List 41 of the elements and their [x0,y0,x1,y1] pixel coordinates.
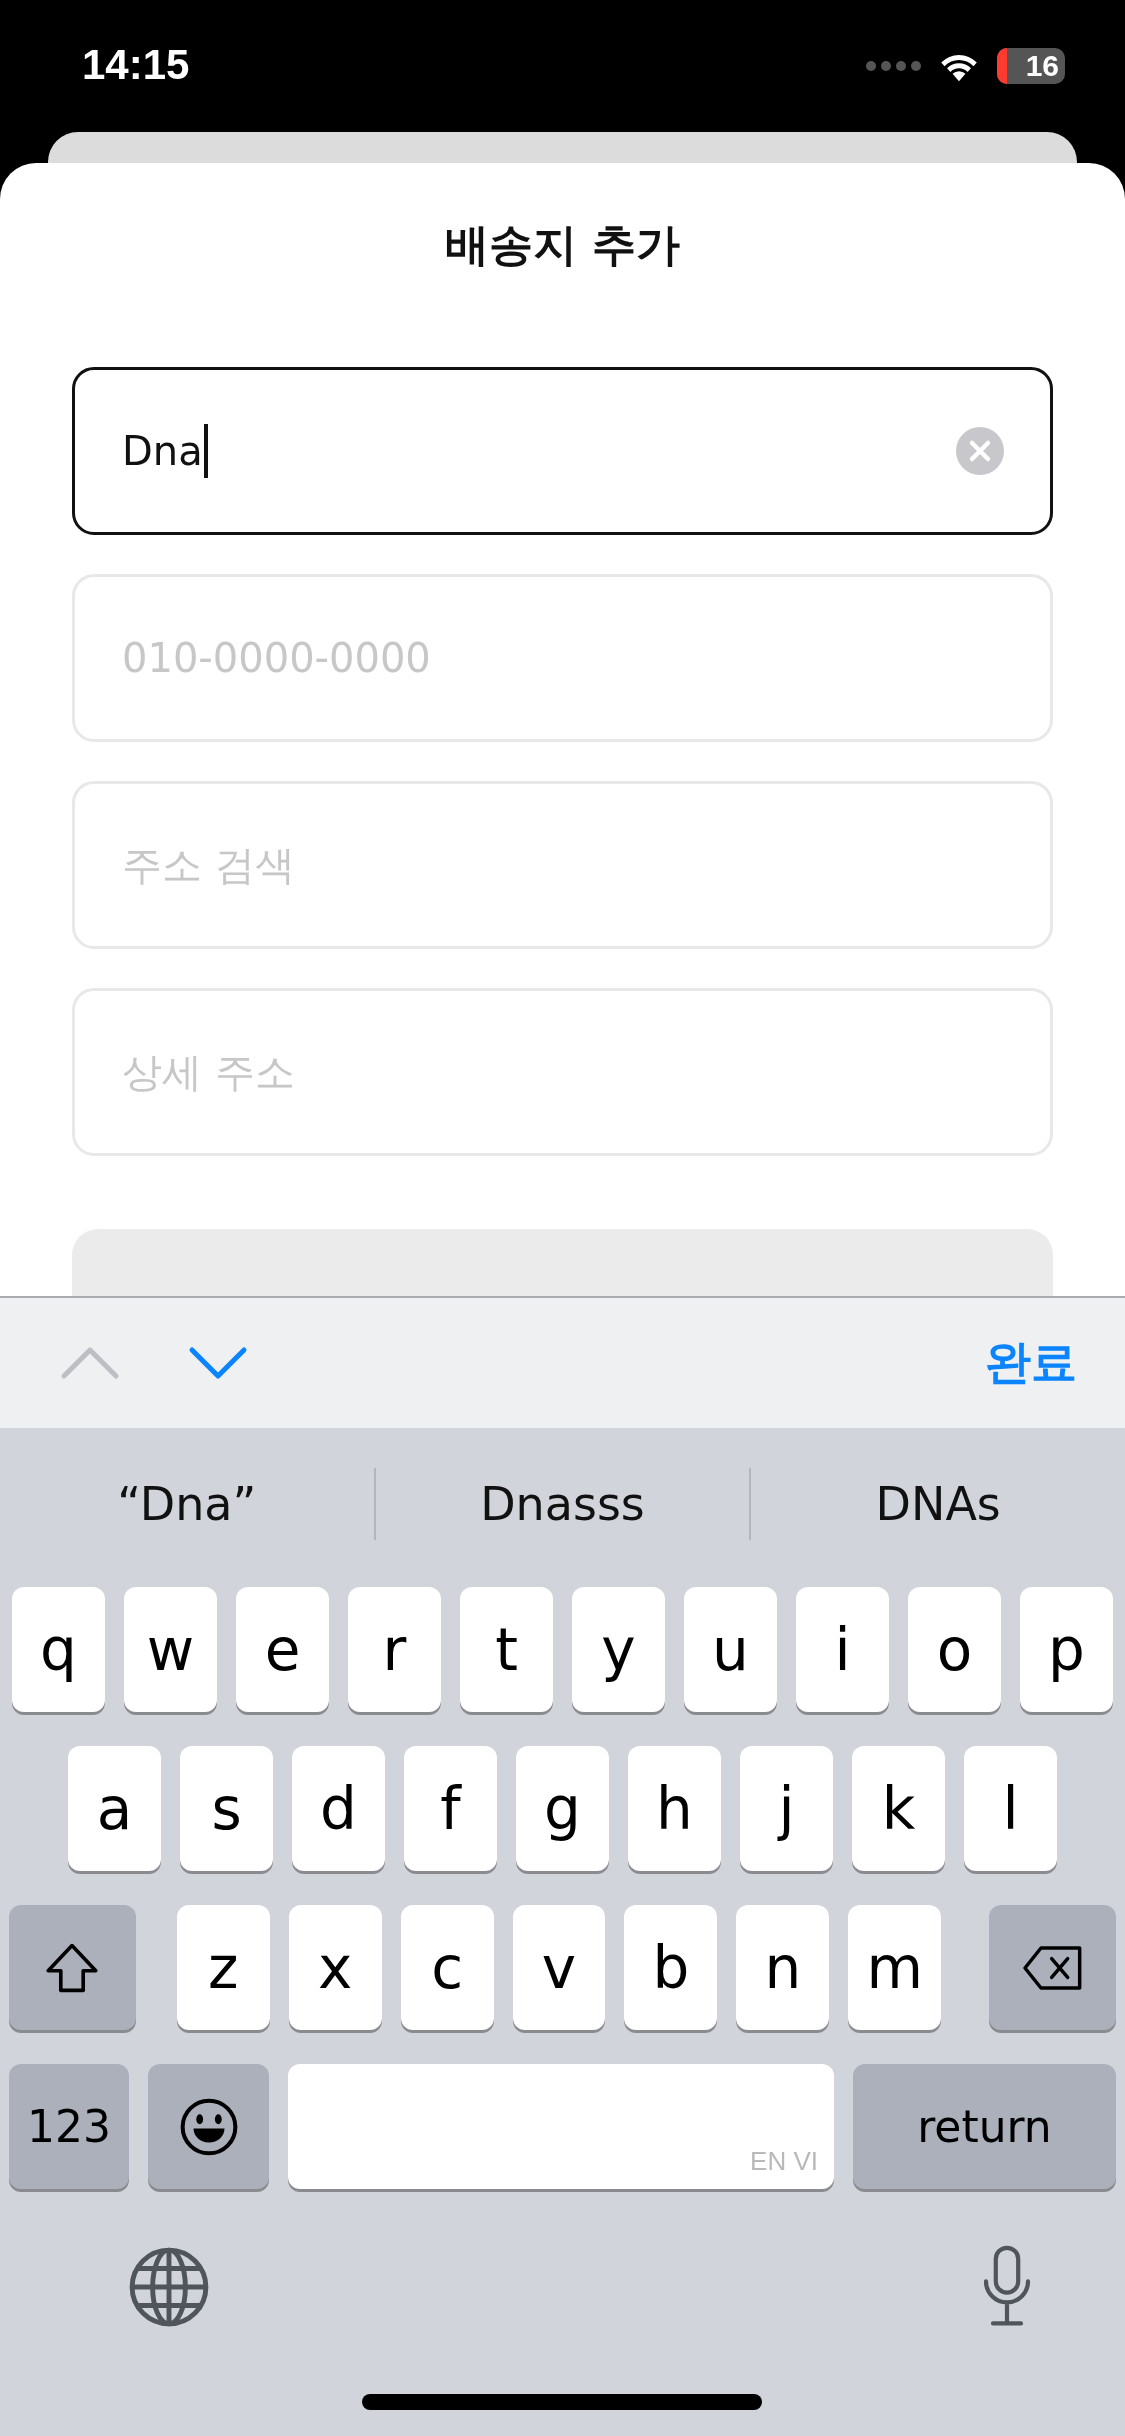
status-time: 14:15 [82,41,190,89]
letter-key[interactable]: q [12,1587,105,1712]
numbers-key[interactable]: 123 [9,2064,129,2189]
letter-key[interactable]: e [236,1587,329,1712]
letter-key[interactable]: a [68,1746,161,1871]
letter-key[interactable]: l [964,1746,1057,1871]
emoji-key[interactable] [148,2064,269,2189]
letter-key[interactable]: m [848,1905,942,2030]
letter-key[interactable]: k [852,1746,945,1871]
letter-key[interactable]: o [908,1587,1001,1712]
letter-key[interactable]: w [124,1587,217,1712]
globe-icon[interactable] [128,2246,210,2328]
letter-key[interactable]: b [624,1905,718,2030]
letter-key[interactable]: n [736,1905,830,2030]
suggestion-item[interactable]: Dnasss [375,1476,750,1532]
text-field[interactable]: Dna [72,367,1053,535]
letter-key[interactable]: j [740,1746,833,1871]
letter-key[interactable]: p [1020,1587,1113,1712]
shift-key[interactable] [9,1905,136,2030]
letter-key[interactable]: z [176,1905,270,2030]
letter-key[interactable]: y [572,1587,665,1712]
battery-indicator: 16 [997,48,1065,84]
letter-key[interactable]: r [348,1587,441,1712]
letter-key[interactable]: s [180,1746,273,1871]
text-cursor [203,424,208,478]
letter-key[interactable]: f [404,1746,497,1871]
letter-key[interactable]: t [460,1587,553,1712]
letter-key[interactable]: u [684,1587,777,1712]
no-signal-icon [865,60,921,72]
letter-key[interactable]: x [288,1905,382,2030]
letter-key[interactable]: c [400,1905,494,2030]
return-key[interactable]: return [853,2064,1116,2189]
letter-key[interactable]: i [796,1587,889,1712]
letter-key[interactable]: v [512,1905,606,2030]
suggestion-item[interactable]: DNAs [751,1476,1125,1532]
suggestion-item[interactable]: “Dna” [0,1476,374,1532]
delete-key[interactable] [989,1905,1116,2030]
letter-key[interactable]: h [628,1746,721,1871]
sheet-title: 배송지 추가 [444,218,681,272]
letter-key[interactable]: d [292,1746,385,1871]
letter-key[interactable]: g [516,1746,609,1871]
